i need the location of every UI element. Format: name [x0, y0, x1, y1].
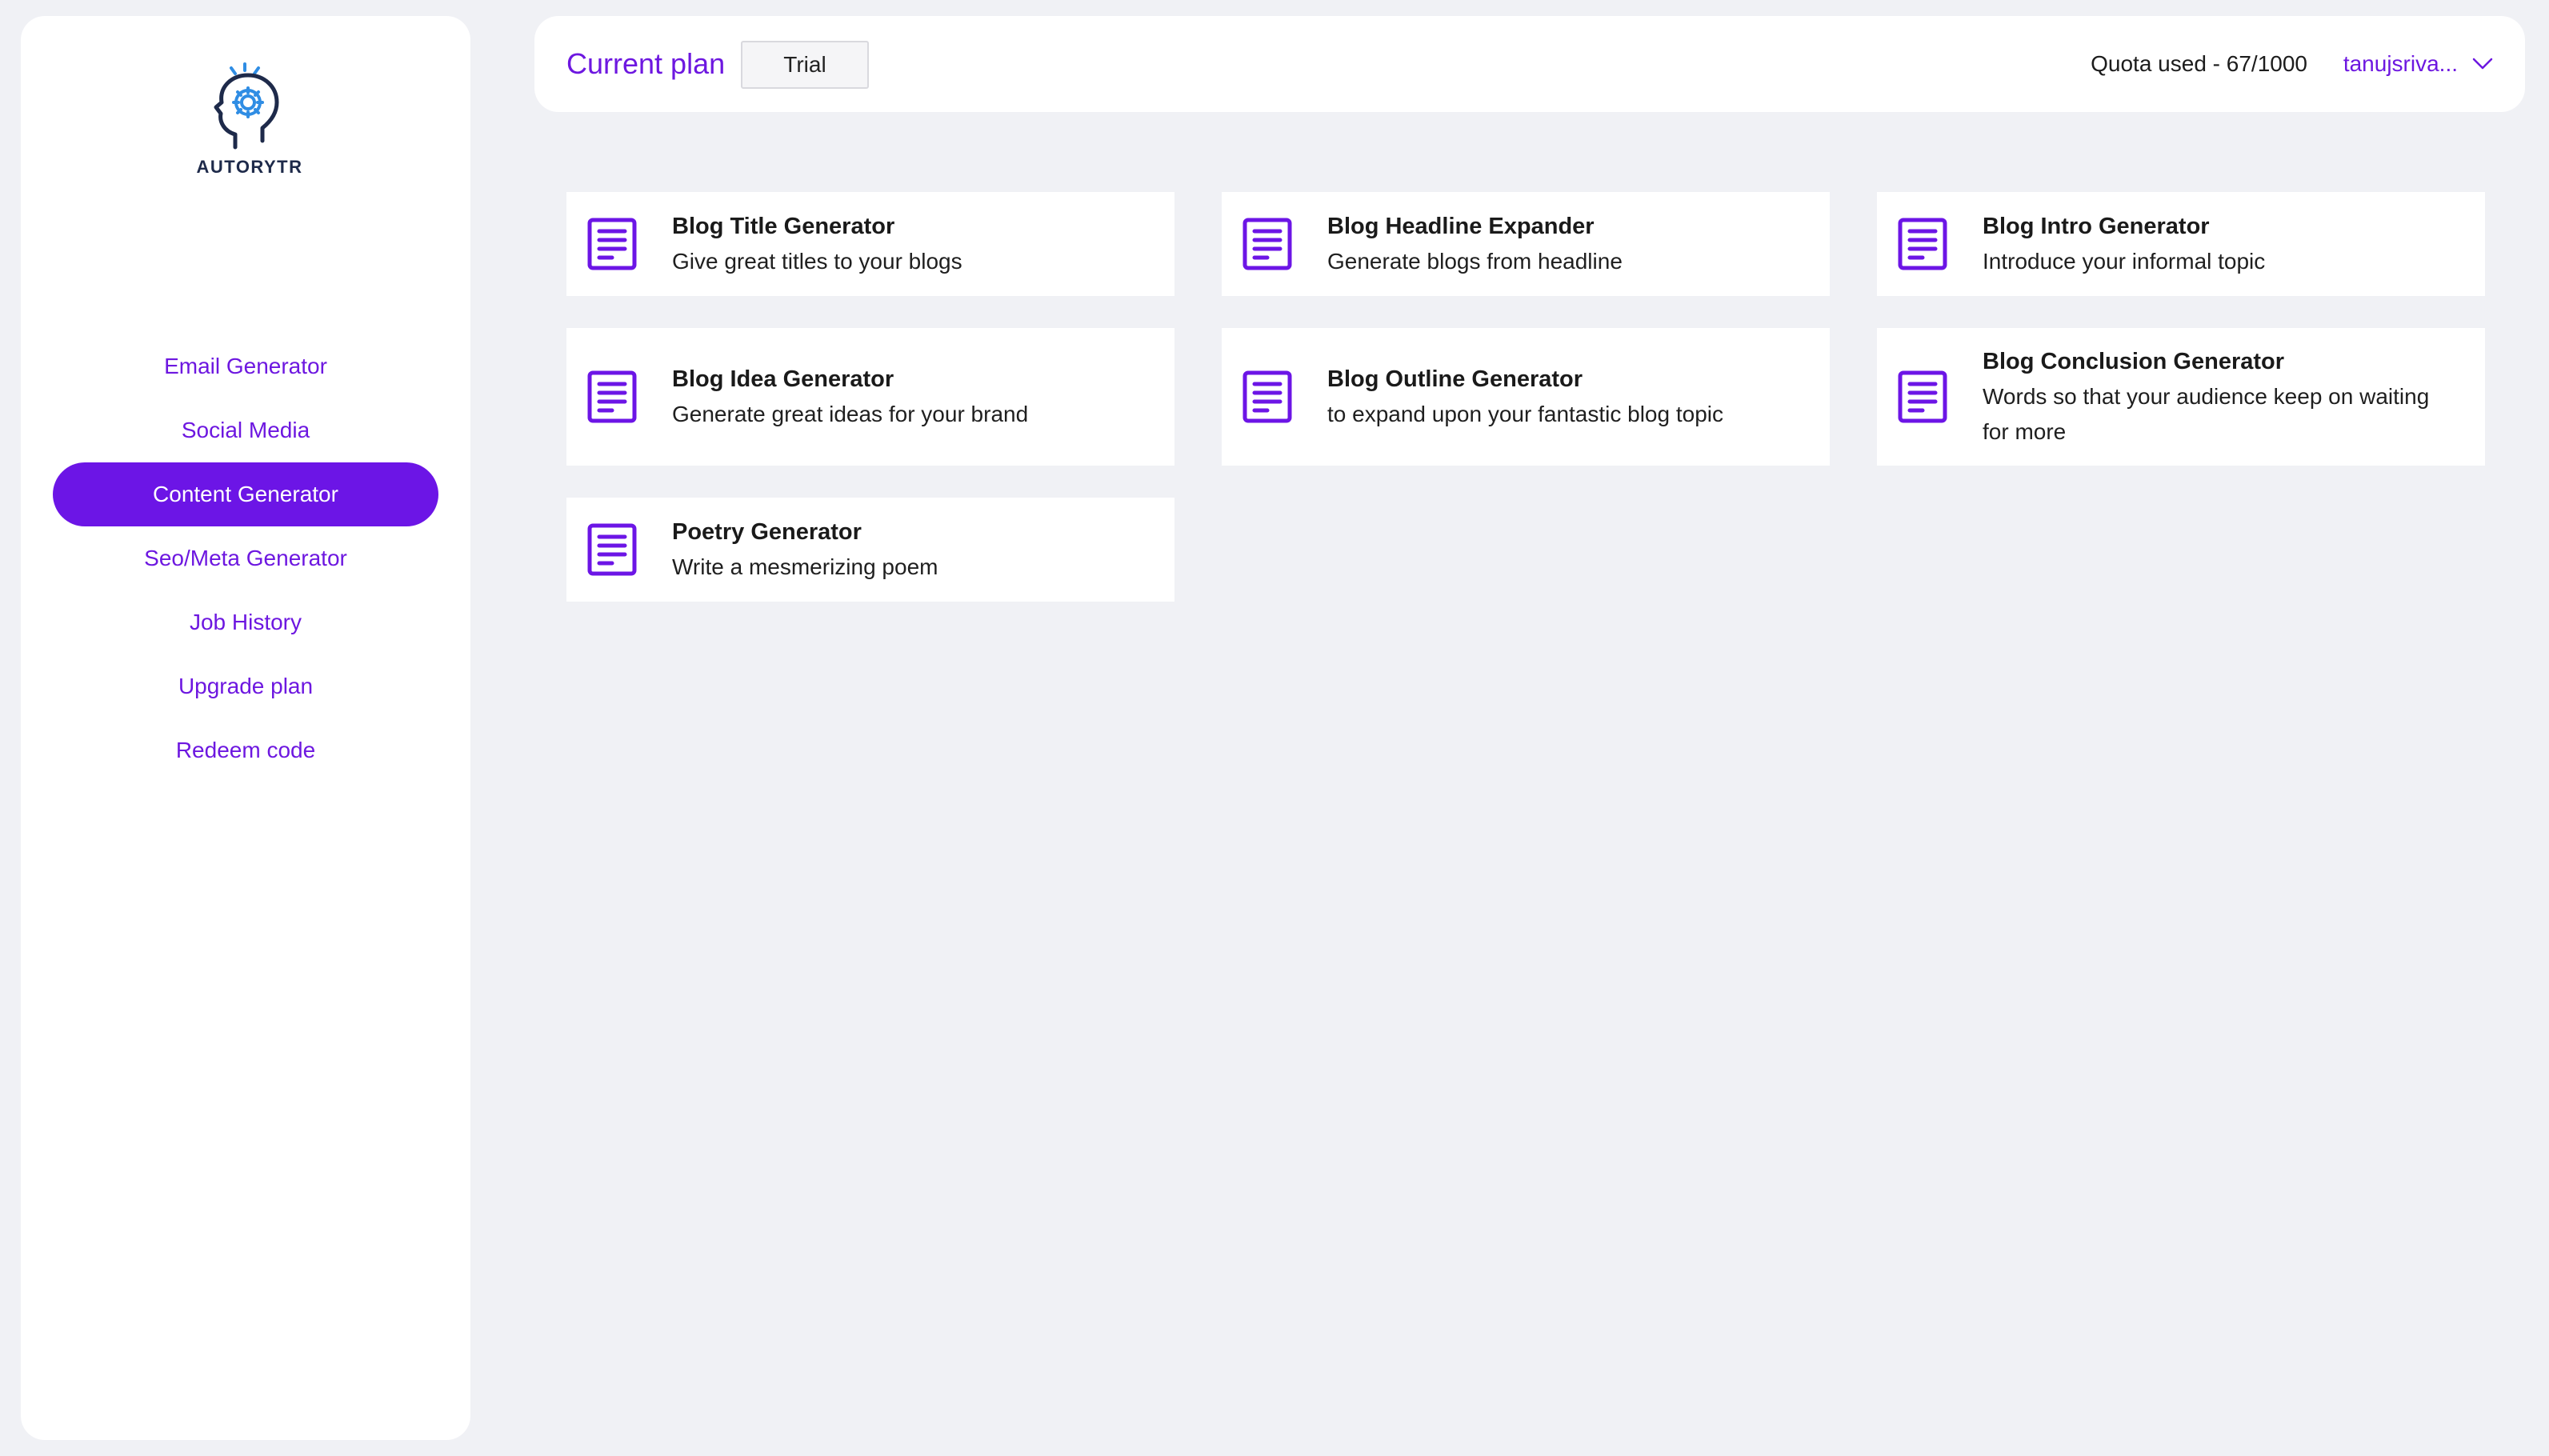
- card-description: Generate blogs from headline: [1327, 249, 1623, 274]
- card-title: Blog Title Generator: [672, 214, 895, 239]
- tool-card-blog-headline-expander[interactable]: Blog Headline Expander Generate blogs fr…: [1222, 192, 1830, 296]
- card-description: Words so that your audience keep on wait…: [1983, 384, 2430, 444]
- tool-card-poetry-generator[interactable]: Poetry Generator Write a mesmerizing poe…: [566, 498, 1174, 602]
- top-bar: Current plan Trial Quota used - 67/1000 …: [534, 16, 2525, 112]
- chevron-down-icon: [2472, 58, 2493, 70]
- card-description: Introduce your informal topic: [1983, 249, 2266, 274]
- card-description: Give great titles to your blogs: [672, 249, 962, 274]
- document-icon: [587, 523, 637, 576]
- tool-card-blog-title-generator[interactable]: Blog Title Generator Give great titles t…: [566, 192, 1174, 296]
- sidebar-item-job-history[interactable]: Job History: [53, 590, 438, 654]
- sidebar-nav: Email Generator Social Media Content Gen…: [53, 334, 438, 782]
- sidebar-item-email-generator[interactable]: Email Generator: [53, 334, 438, 398]
- user-name: tanujsriva...: [2343, 51, 2458, 76]
- card-title: Blog Headline Expander: [1327, 214, 1595, 239]
- card-description: Write a mesmerizing poem: [672, 554, 938, 579]
- card-title: Blog Intro Generator: [1983, 214, 2210, 239]
- document-icon: [587, 218, 637, 270]
- document-icon: [1898, 370, 1947, 423]
- head-gear-logo-icon: [214, 62, 279, 150]
- tool-card-blog-intro-generator[interactable]: Blog Intro Generator Introduce your info…: [1877, 192, 2485, 296]
- document-icon: [1242, 370, 1292, 423]
- card-title: Blog Idea Generator: [672, 366, 894, 392]
- sidebar-item-seo-meta-generator[interactable]: Seo/Meta Generator: [53, 526, 438, 590]
- sidebar-item-content-generator[interactable]: Content Generator: [53, 462, 438, 526]
- quota-usage: Quota used - 67/1000: [2091, 51, 2307, 76]
- card-description: Generate great ideas for your brand: [672, 402, 1029, 426]
- card-title: Blog Outline Generator: [1327, 366, 1583, 392]
- card-title: Blog Conclusion Generator: [1983, 349, 2285, 374]
- tool-card-blog-outline-generator[interactable]: Blog Outline Generator to expand upon yo…: [1222, 328, 1830, 466]
- card-title: Poetry Generator: [672, 519, 862, 545]
- document-icon: [1898, 218, 1947, 270]
- card-description: to expand upon your fantastic blog topic: [1327, 402, 1724, 426]
- sidebar: AUTORYTR Email Generator Social Media Co…: [21, 16, 470, 1440]
- document-icon: [1242, 218, 1292, 270]
- document-icon: [587, 370, 637, 423]
- brand-logo[interactable]: AUTORYTR: [21, 61, 470, 178]
- sidebar-item-upgrade-plan[interactable]: Upgrade plan: [53, 654, 438, 718]
- sidebar-item-social-media[interactable]: Social Media: [53, 398, 438, 462]
- tool-card-blog-idea-generator[interactable]: Blog Idea Generator Generate great ideas…: [566, 328, 1174, 466]
- current-plan-label: Current plan: [566, 47, 726, 80]
- tool-grid: Blog Title Generator Give great titles t…: [566, 192, 2487, 602]
- tool-card-blog-conclusion-generator[interactable]: Blog Conclusion Generator Words so that …: [1877, 328, 2485, 466]
- user-menu[interactable]: tanujsriva...: [2343, 16, 2493, 112]
- brand-name: AUTORYTR: [196, 157, 303, 177]
- plan-badge: Trial: [741, 41, 869, 89]
- sidebar-item-redeem-code[interactable]: Redeem code: [53, 718, 438, 782]
